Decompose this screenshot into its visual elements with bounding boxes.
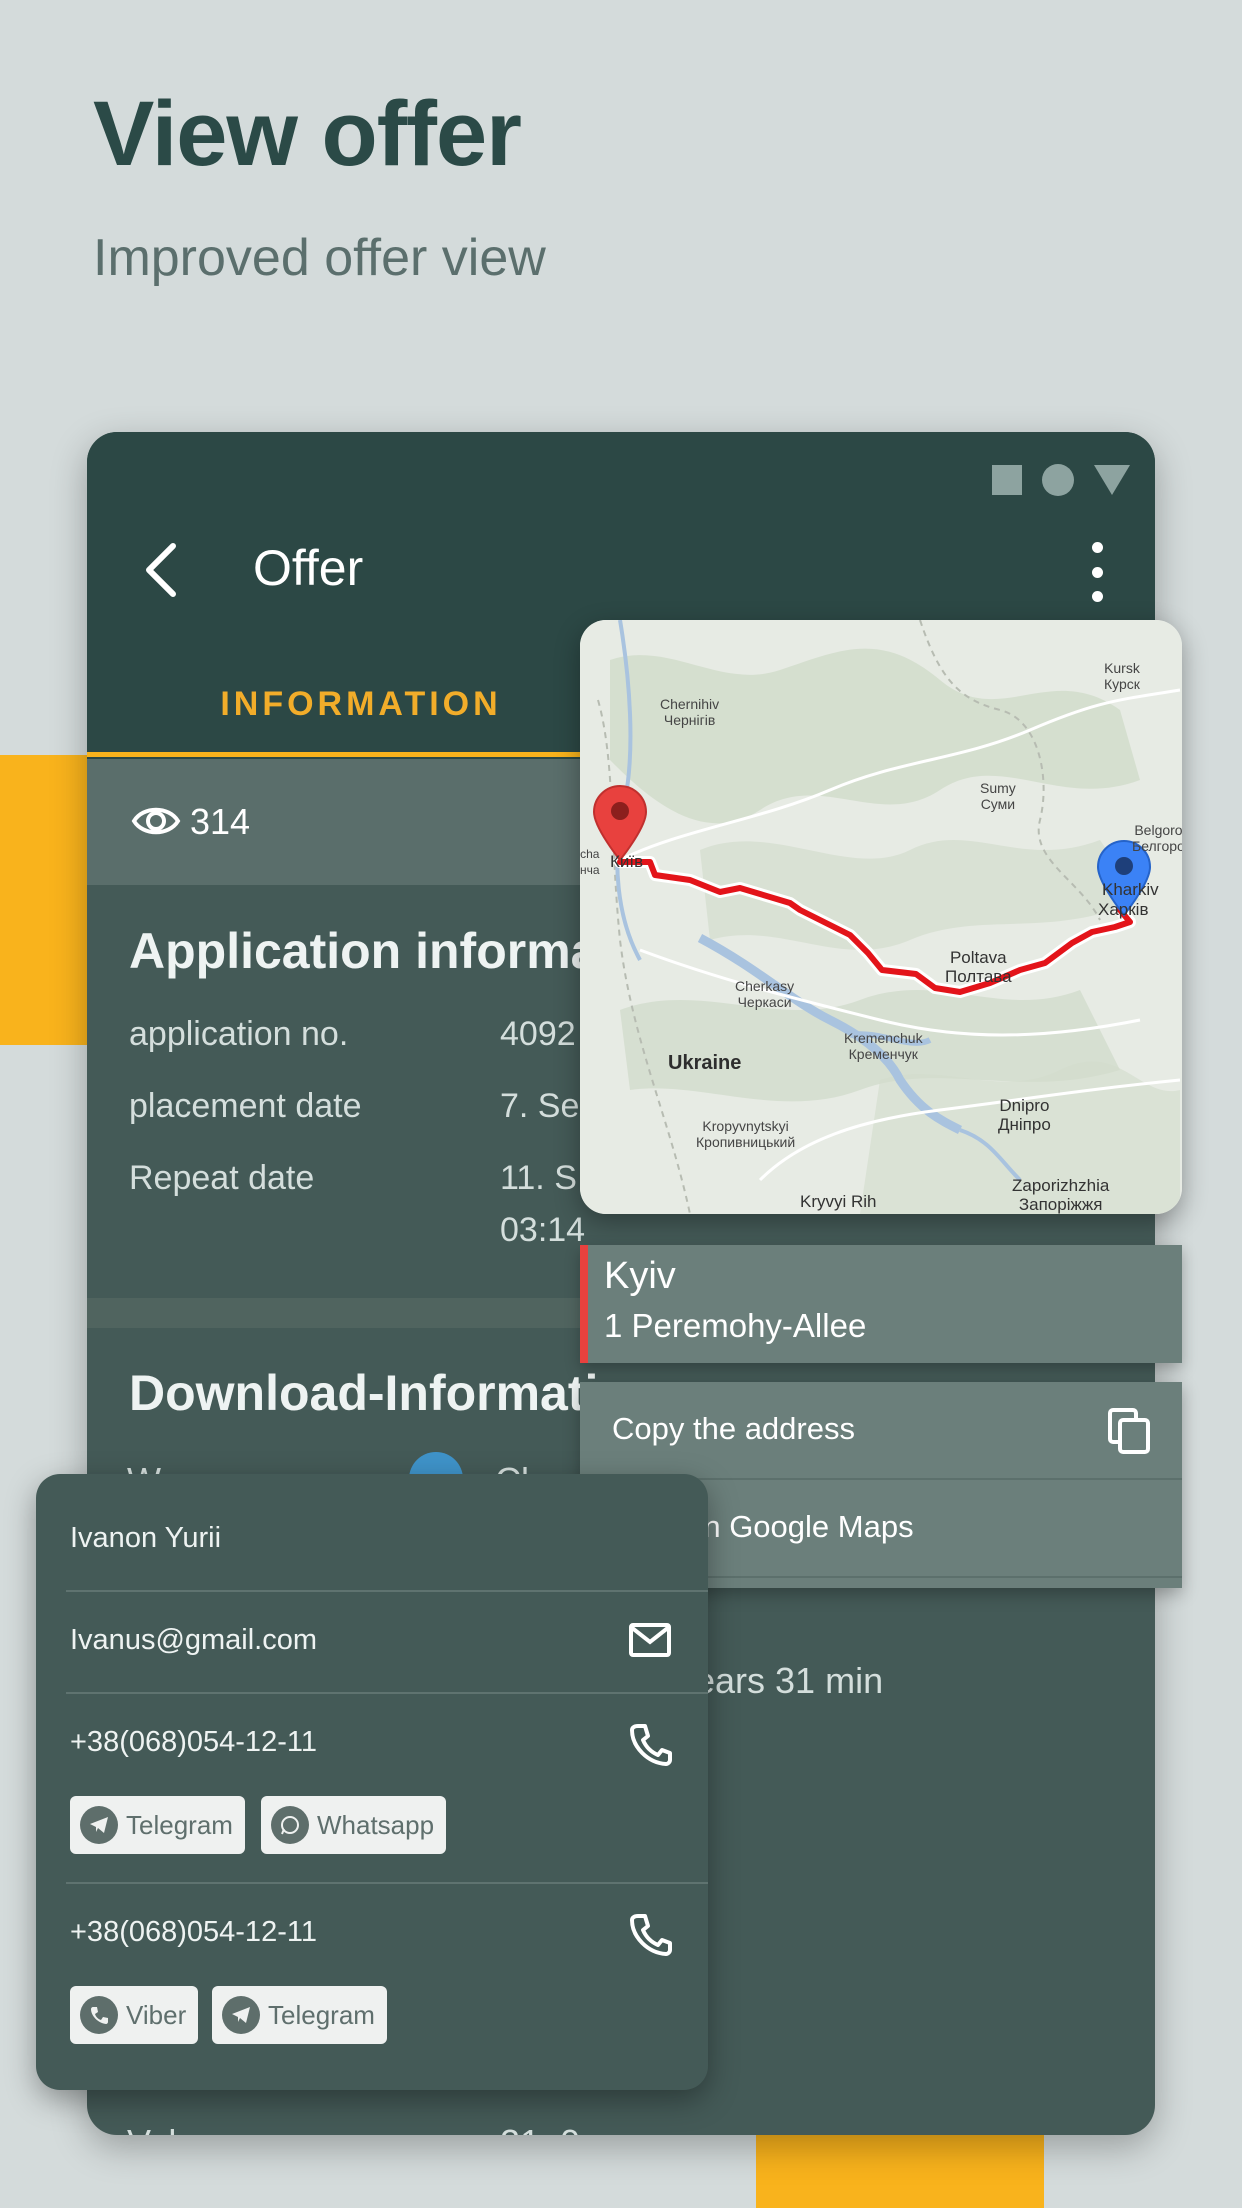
bottom-row-value: 21. 0 <box>500 2122 580 2135</box>
address-street: 1 Peremohy-Allee <box>604 1307 867 1344</box>
contact-phone-1[interactable]: +38(068)054-12-11 <box>70 1726 317 1759</box>
telegram-label: Telegram <box>126 1809 233 1840</box>
application-number-value: 4092 <box>500 1015 576 1053</box>
address-city: Kyiv <box>604 1255 676 1297</box>
copy-address-button[interactable]: Copy the address <box>605 1382 1182 1480</box>
map-label-dnipro: Dnipro Дніпро <box>998 1096 1051 1134</box>
divider <box>66 1590 708 1592</box>
map-label-kursk: Kursk Курск <box>1104 660 1140 692</box>
phone-icon[interactable] <box>628 1722 672 1766</box>
telegram-chip[interactable]: Telegram <box>212 1986 387 2044</box>
accent-block-bottom <box>756 2135 1044 2208</box>
contact-phone-2[interactable]: +38(068)054-12-11 <box>70 1916 317 1949</box>
telegram-icon <box>80 1806 118 1844</box>
page-title: Offer <box>253 540 364 596</box>
map-label-kremenchuk: Kremenchuk Кременчук <box>844 1030 923 1062</box>
home-icon <box>1042 464 1074 496</box>
map-label-cherkasy: Cherkasy Черкаси <box>735 978 795 1010</box>
placement-date-label: placement date <box>129 1087 362 1125</box>
map-label-belgorod: Belgorod Белгород <box>1132 822 1182 854</box>
mail-icon[interactable] <box>628 1622 672 1658</box>
duration-text: ears 31 min <box>695 1660 884 1701</box>
contact-name: Ivanon Yurii <box>70 1522 222 1554</box>
phone-icon[interactable] <box>628 1912 672 1956</box>
hero-title: View offer <box>93 83 522 185</box>
address-accent-bar <box>580 1245 588 1363</box>
contact-card: Ivanon Yurii Ivanus@gmail.com +38(068)05… <box>36 1474 708 2090</box>
map-label-poltava: Poltava Полтава <box>945 948 1012 986</box>
placement-date-value: 7. Se <box>500 1087 580 1125</box>
views-count: 314 <box>190 801 251 842</box>
map-label-kharkiv: Харків <box>1098 900 1149 919</box>
viber-label: Viber <box>126 1999 187 2030</box>
telegram-chip[interactable]: Telegram <box>70 1796 245 1854</box>
repeat-date-label: Repeat date <box>129 1159 315 1197</box>
application-info-title: Application informa <box>129 923 599 979</box>
viber-chip[interactable]: Viber <box>70 1986 199 2044</box>
download-info-title: Download-Informati <box>129 1365 599 1421</box>
map-label-kryvyi-rih: Kryvyi Rih <box>800 1192 877 1211</box>
map-label-kharkiv-latin: Kharkiv <box>1102 880 1159 899</box>
address-card[interactable]: Kyiv 1 Peremohy-Allee <box>580 1245 1182 1363</box>
contact-email[interactable]: Ivanus@gmail.com <box>70 1624 317 1657</box>
bottom-row-label: Val <box>127 2122 176 2135</box>
map-label-edge: cha нча <box>580 847 600 877</box>
status-bar <box>992 464 1130 496</box>
repeat-time-value: 03:14 <box>500 1211 586 1249</box>
accent-block-left <box>0 755 88 1045</box>
telegram-icon <box>222 1996 260 2034</box>
divider <box>66 1692 708 1694</box>
overflow-menu-icon[interactable] <box>1089 542 1105 602</box>
map-label-chernihiv: Chernihiv Чернігів <box>660 696 720 728</box>
map-label-sumy: Sumy Суми <box>980 780 1016 812</box>
viber-icon <box>80 1996 118 2034</box>
whatsapp-label: Whatsapp <box>317 1809 435 1840</box>
recents-icon <box>992 465 1022 495</box>
repeat-date-value: 11. S <box>500 1159 577 1197</box>
copy-address-label: Copy the address <box>612 1411 855 1446</box>
hero-subtitle: Improved offer view <box>93 229 546 287</box>
telegram-label: Telegram <box>268 1999 375 2030</box>
map-label-zaporizhzhia: Zaporizhzhia Запоріжжя <box>1012 1176 1110 1214</box>
back-arrow-icon[interactable] <box>135 540 195 600</box>
route-map[interactable]: Chernihiv Чернігів Sumy Суми Kursk Курск… <box>580 620 1182 1214</box>
back-triangle-icon <box>1094 465 1130 495</box>
copy-icon[interactable] <box>1106 1406 1152 1456</box>
map-label-kyiv: Київ <box>610 852 644 871</box>
application-number-label: application no. <box>129 1015 349 1053</box>
tab-information[interactable]: INFORMATION <box>87 657 635 757</box>
eye-icon <box>131 807 181 835</box>
map-label-kropyvnytskyi: Kropyvnytskyi Кропивницький <box>696 1118 796 1150</box>
map-label-ukraine: Ukraine <box>668 1052 742 1074</box>
divider <box>66 1882 708 1884</box>
whatsapp-chip[interactable]: Whatsapp <box>261 1796 447 1854</box>
whatsapp-icon <box>271 1806 309 1844</box>
